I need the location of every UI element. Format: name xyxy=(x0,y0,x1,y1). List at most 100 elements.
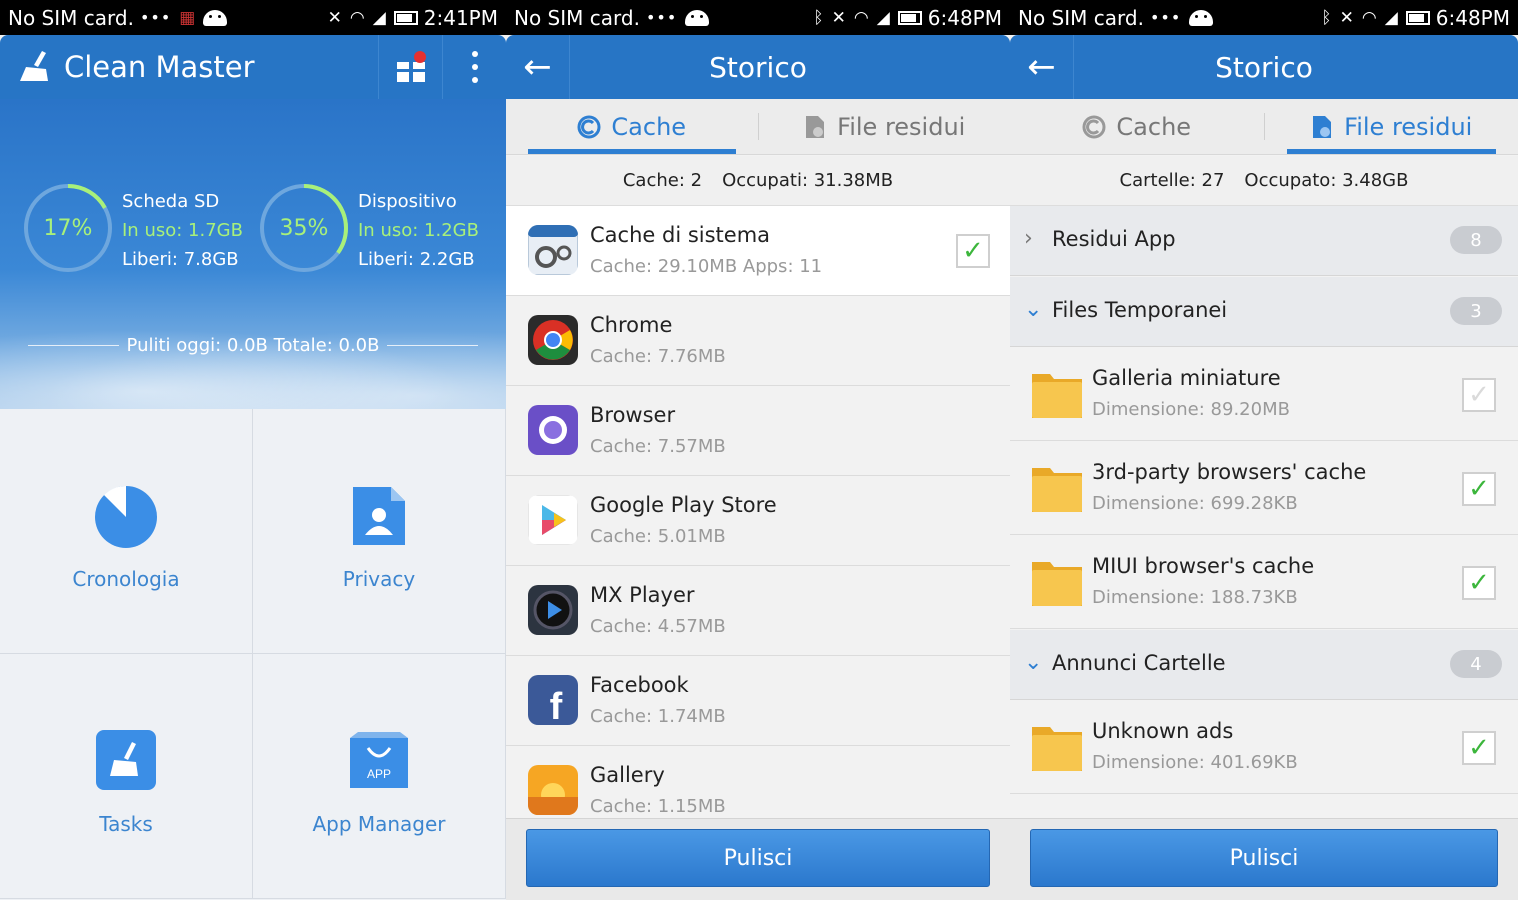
cache-icon xyxy=(577,115,601,138)
gift-icon xyxy=(396,51,426,82)
folder-icon xyxy=(1032,374,1082,418)
residual-summary: Cartelle: 27 Occupato: 3.48GB xyxy=(1010,156,1518,206)
cleaned-stats: Puliti oggi: 0.0B Totale: 0.0B xyxy=(28,335,479,356)
item-checkbox[interactable]: ✓ xyxy=(956,234,990,268)
clean-button[interactable]: Pulisci xyxy=(1030,829,1498,887)
app-bar: ← Storico xyxy=(506,35,1010,99)
sd-usage-gauge: 17% xyxy=(23,183,113,273)
status-bar: No SIM card. ••• ᛒ ✕ ◠ ◢ 6:48PM xyxy=(506,0,1010,35)
group-app-residuals[interactable]: › Residui App 8 xyxy=(1010,206,1518,276)
history-pie-icon xyxy=(95,485,157,548)
item-detail: Cache: 1.74MB xyxy=(590,706,726,727)
footer: Pulisci xyxy=(506,818,1010,900)
list-item-play-store[interactable]: Google Play Store Cache: 5.01MB xyxy=(506,476,1010,566)
item-checkbox[interactable]: ✓ xyxy=(1462,566,1496,600)
item-checkbox[interactable]: ✓ xyxy=(1462,378,1496,412)
tab-cache[interactable]: Cache xyxy=(506,99,758,154)
cache-size: Occupati: 31.38MB xyxy=(722,170,894,191)
status-bar: No SIM card. ••• ▦ ✕ ◠ ◢ 2:41PM xyxy=(0,0,506,35)
mx-player-icon xyxy=(528,585,578,635)
clean-button[interactable]: Pulisci xyxy=(526,829,990,887)
group-count-badge: 8 xyxy=(1450,226,1502,254)
battery-icon xyxy=(393,10,418,25)
tab-label: File residui xyxy=(837,112,966,141)
list-item-gallery[interactable]: Gallery Cache: 1.15MB xyxy=(506,746,1010,818)
storage-summary-panel: 17% Scheda SD In uso: 1.7GB Liberi: 7.8G… xyxy=(0,99,506,409)
svg-text:APP: APP xyxy=(367,767,391,781)
browser-icon xyxy=(528,405,578,455)
carrier-text: No SIM card. xyxy=(8,5,134,30)
file-item-gallery-thumbnails[interactable]: Galleria miniature Dimensione: 89.20MB ✓ xyxy=(1010,348,1518,441)
clock: 6:48PM xyxy=(1435,5,1510,30)
carrier-text: No SIM card. xyxy=(1018,5,1144,30)
history-residual-screen: No SIM card. ••• ᛒ ✕ ◠ ◢ 6:48PM ← Storic… xyxy=(1010,0,1518,900)
privacy-document-icon xyxy=(353,487,405,545)
tab-cache[interactable]: Cache xyxy=(1010,99,1264,154)
clean-master-home-screen: No SIM card. ••• ▦ ✕ ◠ ◢ 2:41PM Clean Ma… xyxy=(0,0,506,900)
chevron-right-icon: › xyxy=(1024,226,1033,251)
tab-label: Cache xyxy=(1116,112,1192,141)
cache-list: Cache di sistema Cache: 29.10MB Apps: 11… xyxy=(506,206,1010,818)
item-detail: Cache: 7.76MB xyxy=(590,346,726,367)
device-label: Dispositivo xyxy=(358,191,457,212)
list-item-browser[interactable]: Browser Cache: 7.57MB xyxy=(506,386,1010,476)
battery-icon xyxy=(1405,10,1430,25)
tile-app-manager[interactable]: APP App Manager xyxy=(253,654,506,899)
tab-label: Cache xyxy=(611,112,687,141)
system-cache-gears-icon xyxy=(528,225,578,275)
feature-grid: Cronologia Privacy Tasks APP App Manager xyxy=(0,409,506,900)
battery-icon xyxy=(897,10,922,25)
tasks-broom-icon xyxy=(96,730,156,790)
item-name: Galleria miniature xyxy=(1092,366,1281,390)
gift-button[interactable] xyxy=(378,35,442,99)
bluetooth-icon: ᛒ xyxy=(1321,7,1332,28)
list-item-mx-player[interactable]: MX Player Cache: 4.57MB xyxy=(506,566,1010,656)
item-name: 3rd-party browsers' cache xyxy=(1092,460,1367,484)
tab-residual-files[interactable]: File residui xyxy=(1265,99,1518,154)
back-arrow-icon: ← xyxy=(1027,47,1056,87)
group-ad-folders[interactable]: ⌄ Annunci Cartelle 4 xyxy=(1010,630,1518,700)
tile-privacy[interactable]: Privacy xyxy=(253,409,506,654)
item-checkbox[interactable]: ✓ xyxy=(1462,731,1496,765)
history-cache-screen: No SIM card. ••• ᛒ ✕ ◠ ◢ 6:48PM ← Storic… xyxy=(506,0,1010,900)
vibrate-icon: ✕ xyxy=(831,7,846,28)
tile-tasks[interactable]: Tasks xyxy=(0,654,253,899)
clock: 2:41PM xyxy=(423,5,498,30)
tile-label: App Manager xyxy=(312,812,446,836)
file-item-unknown-ads[interactable]: Unknown ads Dimensione: 401.69KB ✓ xyxy=(1010,701,1518,794)
clock: 6:48PM xyxy=(927,5,1002,30)
signal-icon: ◢ xyxy=(372,7,386,28)
list-item-chrome[interactable]: Chrome Cache: 7.76MB xyxy=(506,296,1010,386)
tab-residual-files[interactable]: File residui xyxy=(759,99,1011,154)
back-button[interactable]: ← xyxy=(1010,35,1074,99)
file-item-miui-browser[interactable]: MIUI browser's cache Dimensione: 188.73K… xyxy=(1010,536,1518,629)
wifi-icon: ◠ xyxy=(349,7,365,28)
file-item-third-party-browsers[interactable]: 3rd-party browsers' cache Dimensione: 69… xyxy=(1010,442,1518,535)
tab-label: File residui xyxy=(1344,112,1473,141)
list-item-system-cache[interactable]: Cache di sistema Cache: 29.10MB Apps: 11… xyxy=(506,206,1010,296)
group-name: Files Temporanei xyxy=(1052,298,1228,322)
group-temp-files[interactable]: ⌄ Files Temporanei 3 xyxy=(1010,277,1518,347)
item-detail: Cache: 1.15MB xyxy=(590,796,726,817)
status-bar: No SIM card. ••• ᛒ ✕ ◠ ◢ 6:48PM xyxy=(1010,0,1518,35)
item-detail: Cache: 5.01MB xyxy=(590,526,726,547)
list-item-facebook[interactable]: f Facebook Cache: 1.74MB xyxy=(506,656,1010,746)
overflow-menu-button[interactable] xyxy=(442,35,506,99)
group-name: Annunci Cartelle xyxy=(1052,651,1226,675)
tile-label: Tasks xyxy=(99,812,153,836)
residual-list: › Residui App 8 ⌄ Files Temporanei 3 Gal… xyxy=(1010,206,1518,818)
page-title: Storico xyxy=(1215,50,1313,84)
page-title: Storico xyxy=(709,50,807,84)
chevron-down-icon: ⌄ xyxy=(1024,650,1043,675)
folder-icon xyxy=(1032,727,1082,771)
wifi-icon: ◠ xyxy=(853,7,869,28)
tile-cronologia[interactable]: Cronologia xyxy=(0,409,253,654)
chevron-down-icon: ⌄ xyxy=(1024,297,1043,322)
item-checkbox[interactable]: ✓ xyxy=(1462,472,1496,506)
android-icon xyxy=(203,9,228,26)
back-button[interactable]: ← xyxy=(506,35,570,99)
device-percent: 35% xyxy=(279,215,329,241)
item-detail: Dimensione: 89.20MB xyxy=(1092,399,1290,420)
occupied-size: Occupato: 3.48GB xyxy=(1244,170,1409,191)
vibrate-icon: ✕ xyxy=(1339,7,1354,28)
